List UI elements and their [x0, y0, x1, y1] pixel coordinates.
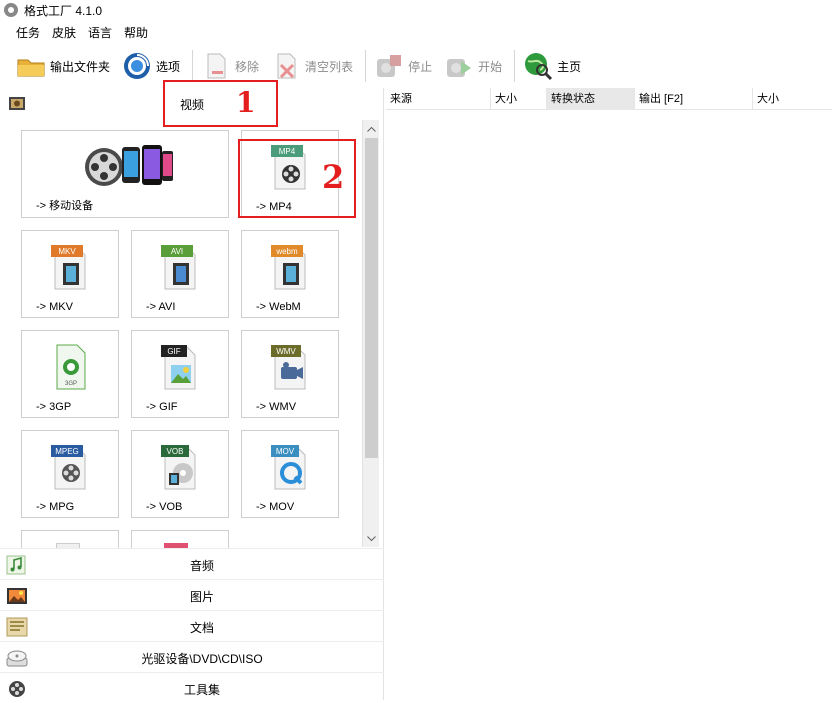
start-button[interactable]: 开始	[440, 46, 506, 86]
tile-label: -> WebM	[256, 301, 301, 313]
category-audio[interactable]: 音频	[0, 548, 384, 579]
column-output-size[interactable]: 大小	[753, 88, 832, 110]
start-icon	[444, 51, 474, 81]
tile-gif[interactable]: GIF -> GIF	[131, 330, 229, 418]
webm-file-icon: webm	[271, 243, 309, 291]
tile-mpg[interactable]: MPEG -> MPG	[21, 430, 119, 518]
mkv-file-icon: MKV	[51, 243, 89, 291]
toolbar-divider	[192, 50, 194, 82]
tile-webm[interactable]: webm -> WebM	[241, 230, 339, 318]
mov-file-icon: MOV	[271, 443, 309, 491]
task-table-header: 来源 大小 转换状态 输出 [F2] 大小	[386, 88, 832, 110]
annotation-number-1: 1	[236, 86, 256, 119]
badge-text: MPEG	[55, 447, 79, 456]
tile-partial[interactable]	[21, 530, 119, 548]
badge-text: MKV	[58, 247, 76, 256]
mobile-devices-icon	[82, 143, 174, 192]
toolbar-divider	[514, 50, 516, 82]
scroll-down-arrow-icon[interactable]	[363, 530, 380, 547]
menu-help[interactable]: 帮助	[118, 22, 154, 44]
column-conversion-status[interactable]: 转换状态	[547, 88, 635, 110]
category-document[interactable]: 文档	[0, 610, 384, 641]
menu-language[interactable]: 语言	[82, 22, 118, 44]
title-bar: 格式工厂 4.1.0	[0, 0, 832, 20]
tile-label: -> MPG	[36, 501, 75, 513]
clear-list-button[interactable]: 清空列表	[267, 46, 357, 86]
scroll-thumb[interactable]	[365, 138, 378, 458]
window-title: 格式工厂 4.1.0	[24, 3, 103, 18]
folder-icon	[16, 51, 46, 81]
tile-label: -> MOV	[256, 501, 295, 513]
column-source[interactable]: 来源	[386, 88, 491, 110]
tile-label: -> 3GP	[36, 401, 72, 413]
tile-mov[interactable]: MOV -> MOV	[241, 430, 339, 518]
svg-text:3GP: 3GP	[65, 381, 77, 387]
tile-vob[interactable]: VOB -> VOB	[131, 430, 229, 518]
clear-list-icon	[271, 51, 301, 81]
tile-label: -> MKV	[36, 301, 73, 313]
home-button[interactable]: 主页	[519, 46, 585, 86]
stop-button[interactable]: 停止	[370, 46, 436, 86]
tile-label: -> 移动设备	[36, 200, 94, 212]
options-icon	[122, 51, 152, 81]
badge-text: MOV	[276, 447, 295, 456]
badge-text: AVI	[171, 247, 183, 256]
tile-label: -> AVI	[146, 301, 176, 313]
vob-file-icon: VOB	[161, 443, 199, 491]
category-toolbox[interactable]: 工具集	[0, 672, 384, 703]
gif-file-icon: GIF	[161, 343, 199, 391]
app-icon	[4, 3, 18, 17]
badge-text: GIF	[167, 347, 180, 356]
column-output[interactable]: 输出 [F2]	[635, 88, 753, 110]
tile-mkv[interactable]: MKV -> MKV	[21, 230, 119, 318]
tile-avi[interactable]: AVI -> AVI	[131, 230, 229, 318]
remove-file-icon	[201, 51, 231, 81]
tile-partial[interactable]	[131, 530, 229, 548]
tile-wmv[interactable]: WMV -> WMV	[241, 330, 339, 418]
menu-bar: 任务 皮肤 语言 帮助	[0, 22, 154, 44]
mpeg-file-icon: MPEG	[51, 443, 89, 491]
category-optical-drive[interactable]: 光驱设备\DVD\CD\ISO	[0, 641, 384, 672]
menu-task[interactable]: 任务	[10, 22, 46, 44]
menu-skin[interactable]: 皮肤	[46, 22, 82, 44]
toolbar-divider	[365, 50, 367, 82]
home-globe-icon	[523, 51, 553, 81]
avi-file-icon: AVI	[161, 243, 199, 291]
stop-icon	[374, 51, 404, 81]
tile-3gp[interactable]: 3GP -> 3GP	[21, 330, 119, 418]
wmv-file-icon: WMV	[271, 343, 309, 391]
output-folder-button[interactable]: 输出文件夹	[12, 46, 114, 86]
category-image[interactable]: 图片	[0, 579, 384, 610]
3gp-file-icon: 3GP	[51, 343, 89, 391]
tile-label: -> WMV	[256, 401, 297, 413]
tile-label: -> VOB	[146, 501, 183, 513]
annotation-box-1	[163, 80, 278, 127]
vertical-scrollbar[interactable]	[362, 120, 379, 547]
badge-text: VOB	[167, 447, 184, 456]
badge-text: WMV	[276, 347, 296, 356]
annotation-number-2: 2	[322, 158, 345, 196]
column-size[interactable]: 大小	[491, 88, 547, 110]
tile-mobile-device[interactable]: -> 移动设备	[21, 130, 229, 218]
badge-text: webm	[275, 247, 298, 256]
toolbar: 输出文件夹 选项 移除 清空列表 停止 开始 主页	[0, 44, 832, 88]
scroll-up-arrow-icon[interactable]	[363, 120, 380, 137]
tile-label: -> GIF	[146, 401, 178, 413]
